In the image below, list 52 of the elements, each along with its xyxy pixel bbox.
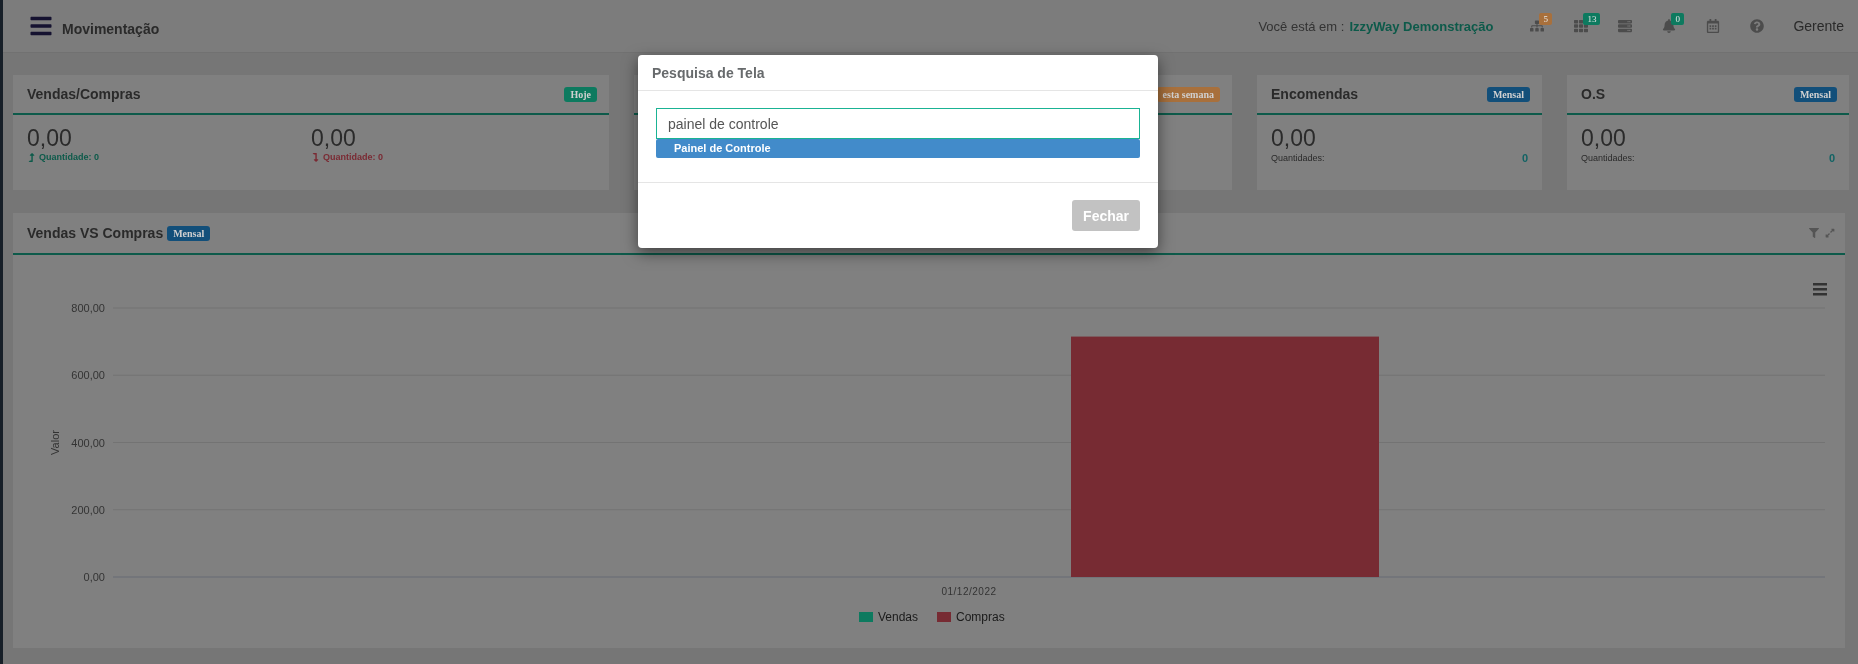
legend-swatch (859, 612, 873, 622)
legend-label[interactable]: Compras (956, 610, 1005, 624)
grid-icon[interactable] (1574, 19, 1589, 33)
count-badge: 0 (1671, 13, 1684, 25)
bell-icon[interactable] (1662, 19, 1677, 33)
card-title: O.S (1581, 86, 1606, 102)
axis-title: Valor (49, 430, 61, 455)
filter-icon[interactable] (1809, 228, 1819, 238)
period-label: Mensal (1793, 86, 1837, 102)
search-field[interactable]: painel de controle (656, 108, 1140, 140)
period-label: Mensal (167, 225, 211, 241)
menu-icon[interactable] (1813, 283, 1827, 296)
location-link[interactable]: IzzyWay Demonstração (1349, 18, 1494, 34)
help-icon[interactable] (1750, 19, 1765, 33)
arrow-up-icon (27, 152, 36, 162)
stat-value: 0,00 (27, 125, 73, 152)
sitemap-icon[interactable] (1530, 19, 1545, 33)
calendar-icon[interactable] (1706, 19, 1721, 33)
axis-tick-label: 01/12/2022 (941, 586, 997, 597)
count-badge: 5 (1539, 13, 1552, 25)
axis-tick-label: 800,00 (71, 302, 105, 314)
menu-icon[interactable] (29, 14, 53, 38)
card-title: Vendas/Compras (27, 86, 141, 102)
axis-tick-label: 200,00 (71, 503, 105, 516)
quantity-label: Quantidades: (1271, 153, 1325, 163)
page-title: Movimentação (62, 21, 160, 37)
axis-tick-label: 600,00 (71, 369, 105, 382)
period-label: Mensal (1486, 86, 1530, 102)
dialog-title: Pesquisa de Tela (652, 64, 765, 81)
legend-label[interactable]: Vendas (878, 610, 919, 624)
quantity-label: Quantidade: 0 (323, 152, 383, 162)
arrow-down-icon (311, 152, 320, 162)
quantity-label: Quantidades: (1581, 153, 1635, 163)
axis-tick-label: 400,00 (71, 436, 105, 449)
count-badge: 13 (1583, 13, 1601, 25)
location-label: Você está em : (1258, 18, 1345, 34)
quantity-count: 0 (1521, 152, 1528, 164)
expand-icon[interactable] (1825, 228, 1835, 238)
quantity-count: 0 (1828, 152, 1835, 164)
stat-value: 0,00 (1581, 125, 1627, 152)
stat-value: 0,00 (311, 125, 357, 152)
suggestion-item[interactable]: Painel de Controle (656, 139, 1140, 159)
server-icon[interactable] (1618, 19, 1633, 33)
legend-swatch (937, 612, 951, 622)
axis-tick-label: 0,00 (83, 571, 105, 583)
user-menu[interactable]: Gerente (1793, 18, 1844, 34)
period-label: Hoje (564, 86, 597, 102)
card-title: Encomendas (1271, 86, 1359, 102)
panel-title: Vendas VS Compras (27, 225, 164, 241)
stat-value: 0,00 (1271, 125, 1317, 152)
quantity-label: Quantidade: 0 (39, 152, 99, 162)
period-label: esta semana (1156, 86, 1220, 102)
